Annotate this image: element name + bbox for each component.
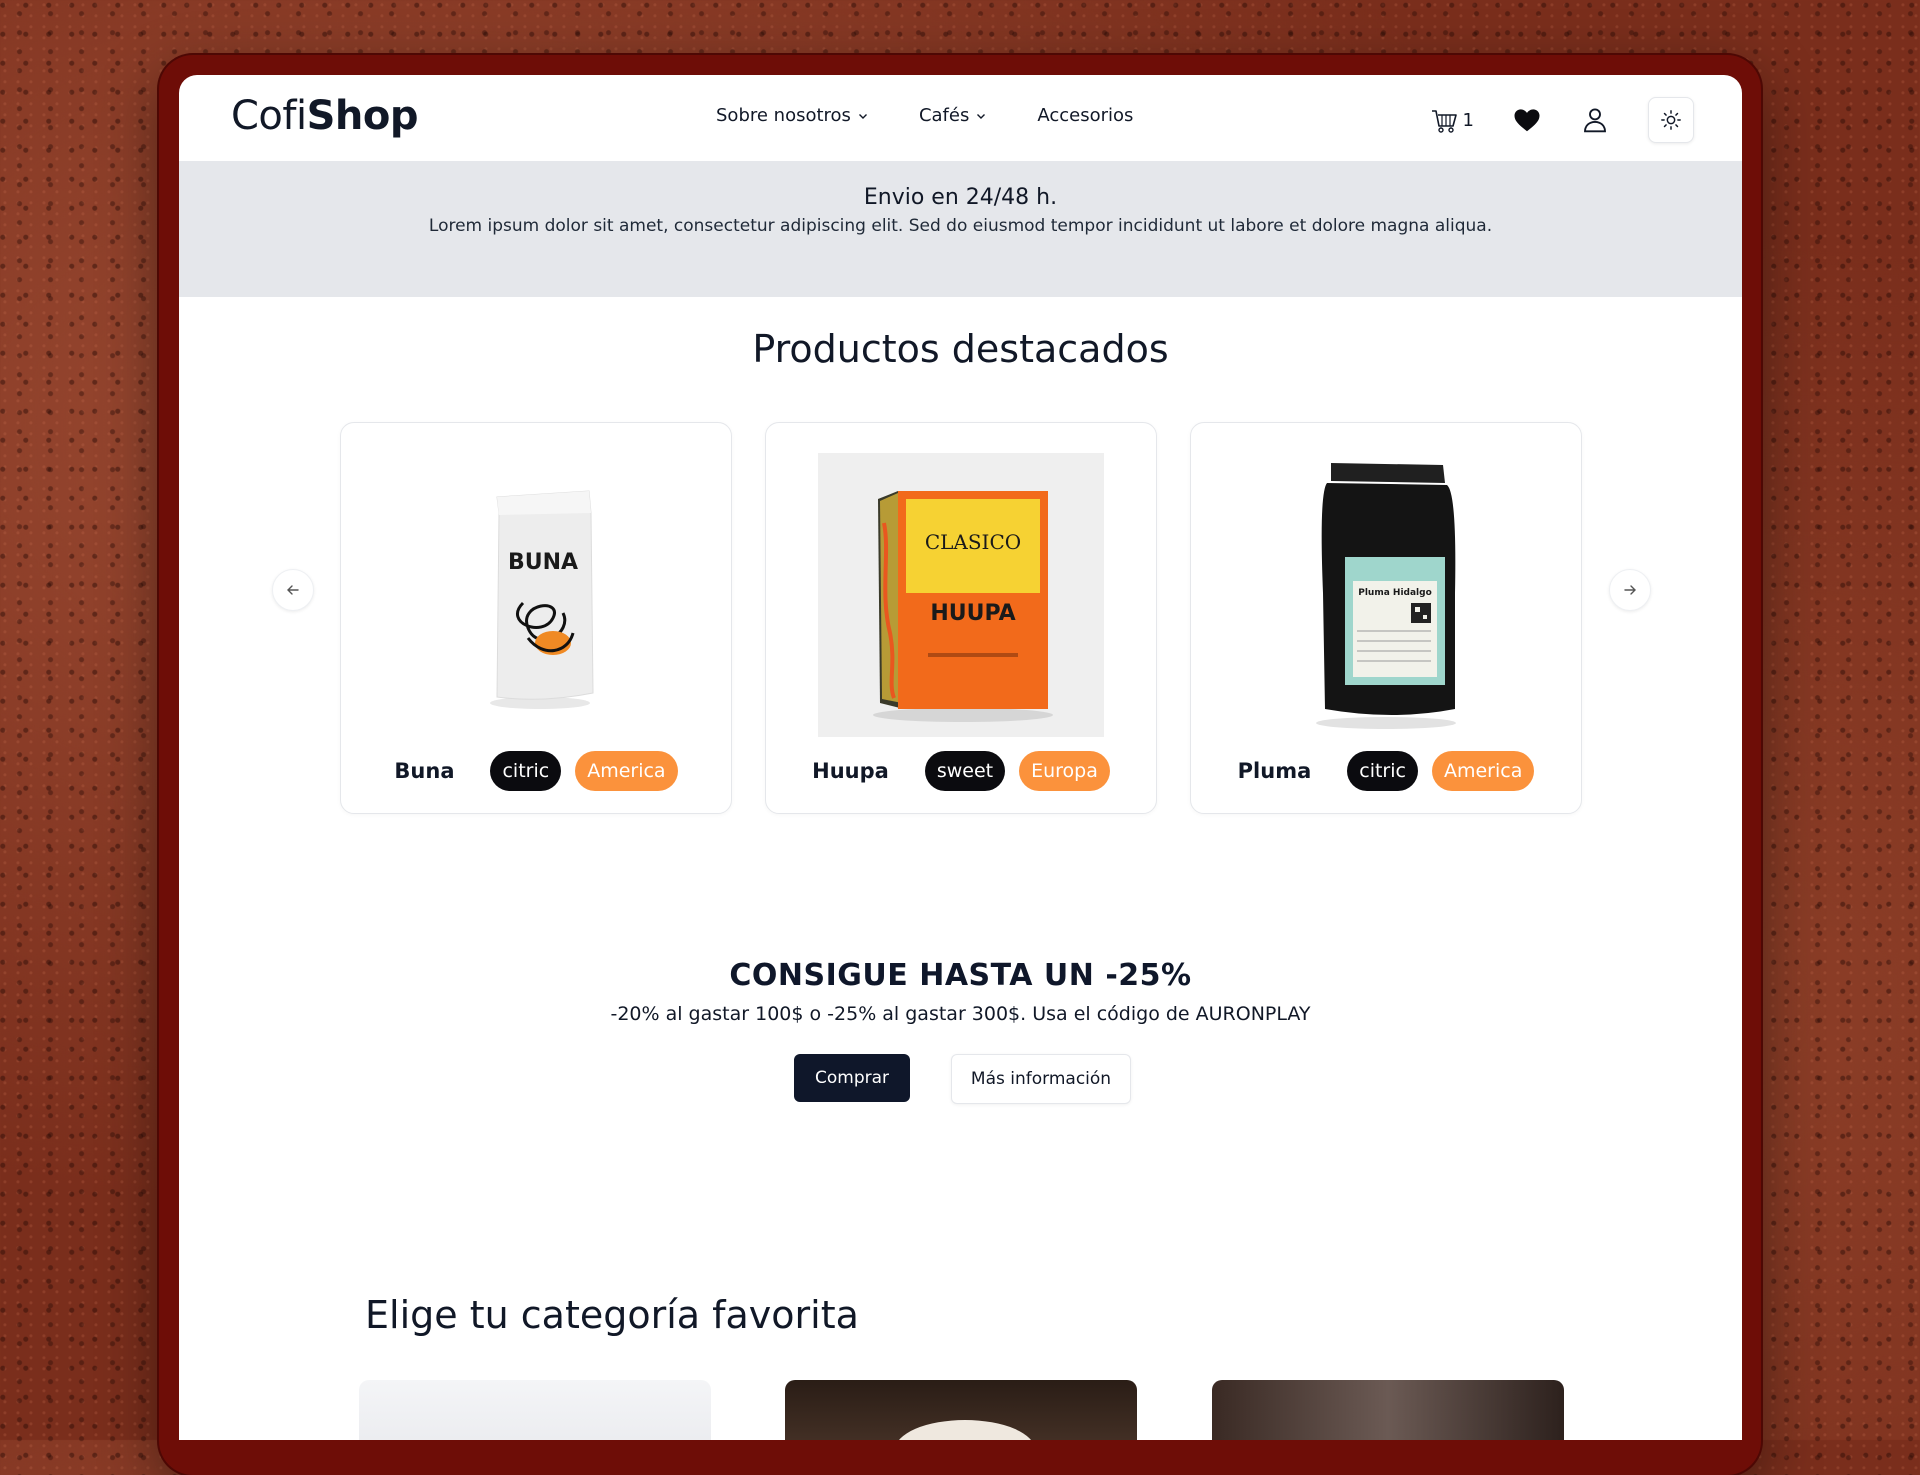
chevron-down-icon (858, 113, 867, 119)
theme-toggle-button[interactable] (1648, 97, 1694, 143)
nav-label: Cafés (918, 105, 970, 126)
featured-title: Productos destacados (752, 327, 1169, 371)
banner-title: Envio en 24/48 h. (863, 185, 1058, 210)
flavor-tag[interactable]: citric (1347, 751, 1418, 791)
origin-tag[interactable]: America (1431, 751, 1535, 791)
cart-button[interactable]: 1 (1429, 105, 1474, 135)
product-meta: Pluma citric America (1191, 751, 1581, 791)
product-image-buna: BUNA (393, 453, 679, 737)
carousel-next-button[interactable] (1609, 569, 1651, 611)
bag-label: Pluma Hidalgo (1358, 588, 1432, 598)
logo[interactable]: CofiShop (231, 93, 419, 139)
category-card-1[interactable] (359, 1380, 711, 1440)
bag-sub: CLASICO (925, 530, 1021, 554)
flavor-tag[interactable]: citric (490, 751, 562, 791)
main-nav: Sobre nosotros Cafés Accesorios (716, 105, 1133, 126)
promo-text: -20% al gastar 100$ o -25% al gastar 300… (610, 1003, 1311, 1025)
arrow-right-icon (1624, 585, 1636, 595)
shipping-banner: Envio en 24/48 h. Lorem ipsum dolor sit … (179, 161, 1742, 297)
banner-text: Lorem ipsum dolor sit amet, consectetur … (428, 216, 1493, 236)
buy-button[interactable]: Comprar (794, 1054, 910, 1102)
user-icon (1584, 108, 1606, 133)
heart-icon (1514, 109, 1540, 132)
browser-screen: CofiShop Sobre nosotros Cafés Accesorios (179, 75, 1742, 1440)
wishlist-button[interactable] (1512, 105, 1542, 135)
product-name: Buna (394, 759, 455, 783)
carousel-prev-button[interactable] (272, 569, 314, 611)
nav-label: Accesorios (1037, 105, 1134, 126)
promo-title: CONSIGUE HASTA UN -25% (729, 958, 1192, 993)
sun-icon (1661, 110, 1681, 130)
product-name: Pluma (1237, 759, 1312, 783)
product-name: Huupa (812, 759, 889, 783)
nav-item-cafes[interactable]: Cafés (919, 105, 987, 126)
product-meta: Buna citric America (341, 751, 731, 791)
bag-label: HUUPA (930, 601, 1015, 626)
coffee-cup-shape (895, 1420, 1035, 1440)
category-card-2[interactable] (785, 1380, 1137, 1440)
header-actions: 1 (1429, 97, 1694, 143)
logo-bold: Shop (306, 93, 419, 139)
category-card-3[interactable] (1212, 1380, 1564, 1440)
site-header: CofiShop Sobre nosotros Cafés Accesorios (179, 75, 1742, 161)
cart-icon (1431, 110, 1457, 133)
cart-count: 1 (1462, 109, 1474, 131)
origin-tag[interactable]: Europa (1019, 751, 1110, 791)
origin-tag[interactable]: America (575, 751, 678, 791)
bag-label: BUNA (508, 550, 578, 575)
logo-light: Cofi (231, 93, 307, 139)
more-info-button[interactable]: Más información (951, 1054, 1131, 1104)
product-image-pluma: Pluma Hidalgo (1243, 453, 1529, 737)
nav-item-sobre-nosotros[interactable]: Sobre nosotros (716, 105, 869, 126)
product-image-huupa: CLASICO HUUPA (818, 453, 1104, 737)
arrow-left-icon (287, 585, 299, 595)
nav-label: Sobre nosotros (716, 105, 851, 126)
account-button[interactable] (1580, 105, 1610, 135)
categories-title: Elige tu categoría favorita (365, 1293, 859, 1337)
product-card-pluma[interactable]: Pluma Hidalgo Pluma citric America (1190, 422, 1582, 814)
flavor-tag[interactable]: sweet (924, 751, 1006, 791)
chevron-down-icon (977, 113, 986, 119)
nav-item-accesorios[interactable]: Accesorios (1037, 105, 1133, 126)
product-card-huupa[interactable]: CLASICO HUUPA Huupa sweet Europa (765, 422, 1157, 814)
product-meta: Huupa sweet Europa (766, 751, 1156, 791)
product-card-buna[interactable]: BUNA Buna citric America (340, 422, 732, 814)
